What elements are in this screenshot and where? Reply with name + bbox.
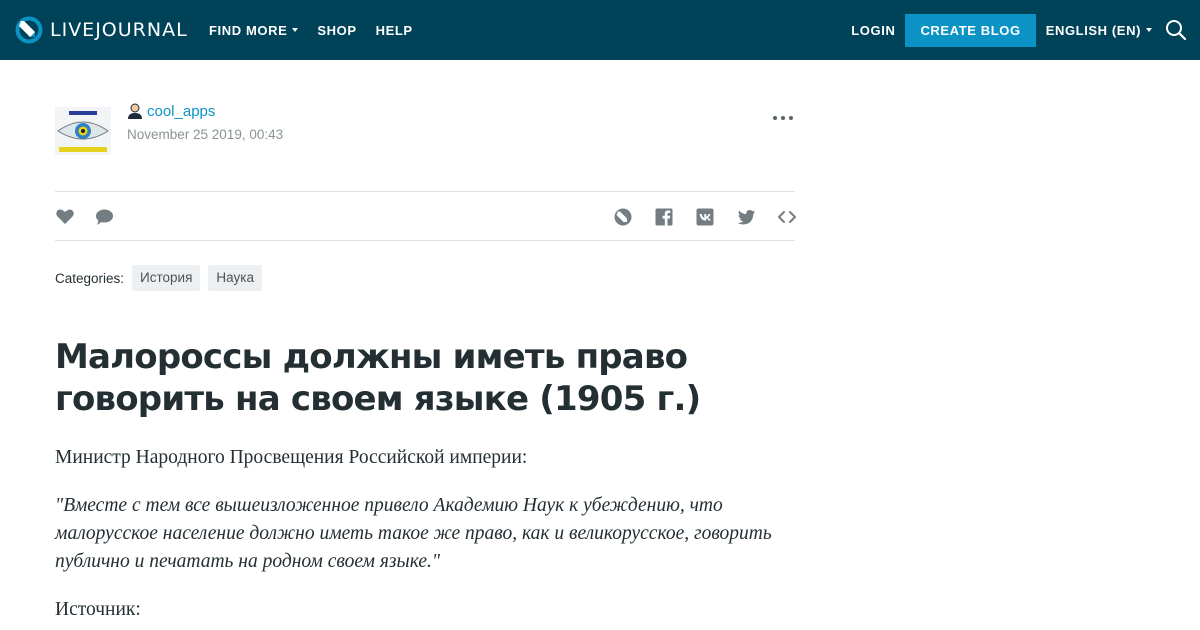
post-paragraph: Источник: (55, 599, 141, 620)
top-navigation-bar: LIVEJOURNAL FIND MORE SHOP HELP LOGIN CR… (0, 0, 1200, 60)
post-quote: "Вместе с тем все вышеизложенное привело… (55, 495, 772, 572)
author-name-link[interactable]: cool_apps (147, 103, 215, 120)
nav-find-more[interactable]: FIND MORE (209, 22, 299, 38)
nav-find-more-label: FIND MORE (209, 22, 288, 38)
more-dots-icon (789, 116, 793, 120)
chevron-down-icon (292, 28, 299, 32)
post-author: cool_apps (127, 103, 215, 120)
nav-help[interactable]: HELP (376, 23, 413, 38)
livejournal-logo[interactable]: LIVEJOURNAL (15, 15, 188, 45)
more-dots-icon (781, 116, 785, 120)
comment-icon[interactable] (94, 207, 114, 227)
post-title: Малороссы должны иметь право говорить на… (55, 337, 701, 419)
search-icon (1166, 20, 1187, 41)
more-dots-icon (773, 116, 777, 120)
language-label: ENGLISH (EN) (1045, 22, 1141, 38)
create-blog-button[interactable]: CREATE BLOG (905, 13, 1036, 47)
livejournal-pencil-icon (15, 16, 43, 44)
login-link[interactable]: LOGIN (851, 23, 895, 38)
logo-text: LIVEJOURNAL (50, 19, 188, 41)
avatar-image (55, 107, 111, 155)
language-selector[interactable]: ENGLISH (EN) (1046, 23, 1152, 38)
category-tag[interactable]: История (132, 265, 201, 291)
post-action-bar (55, 191, 797, 241)
livejournal-share-icon[interactable] (613, 207, 633, 227)
vk-icon[interactable] (695, 207, 715, 227)
search-button[interactable] (1164, 18, 1188, 42)
account-navigation: LOGIN CREATE BLOG ENGLISH (EN) (851, 0, 1200, 60)
user-icon (128, 103, 142, 119)
post-paragraph: Министр Народного Просвещения Российской… (55, 447, 528, 468)
categories-label: Categories: (55, 270, 125, 286)
nav-help-label: HELP (375, 22, 413, 38)
create-blog-label: CREATE BLOG (920, 22, 1021, 38)
nav-shop[interactable]: SHOP (317, 23, 356, 38)
heart-icon[interactable] (55, 207, 75, 227)
category-tag[interactable]: Наука (208, 265, 262, 291)
main-navigation: FIND MORE SHOP HELP (209, 0, 432, 60)
chevron-down-icon (1146, 28, 1152, 32)
more-options-button[interactable] (772, 110, 794, 126)
post-date: November 25 2019, 00:43 (127, 127, 284, 142)
author-avatar[interactable] (55, 107, 111, 155)
embed-code-icon[interactable] (777, 207, 797, 227)
post-categories: Categories: История Наука (55, 265, 270, 291)
facebook-icon[interactable] (654, 207, 674, 227)
nav-shop-label: SHOP (317, 22, 357, 38)
twitter-icon[interactable] (736, 207, 756, 227)
